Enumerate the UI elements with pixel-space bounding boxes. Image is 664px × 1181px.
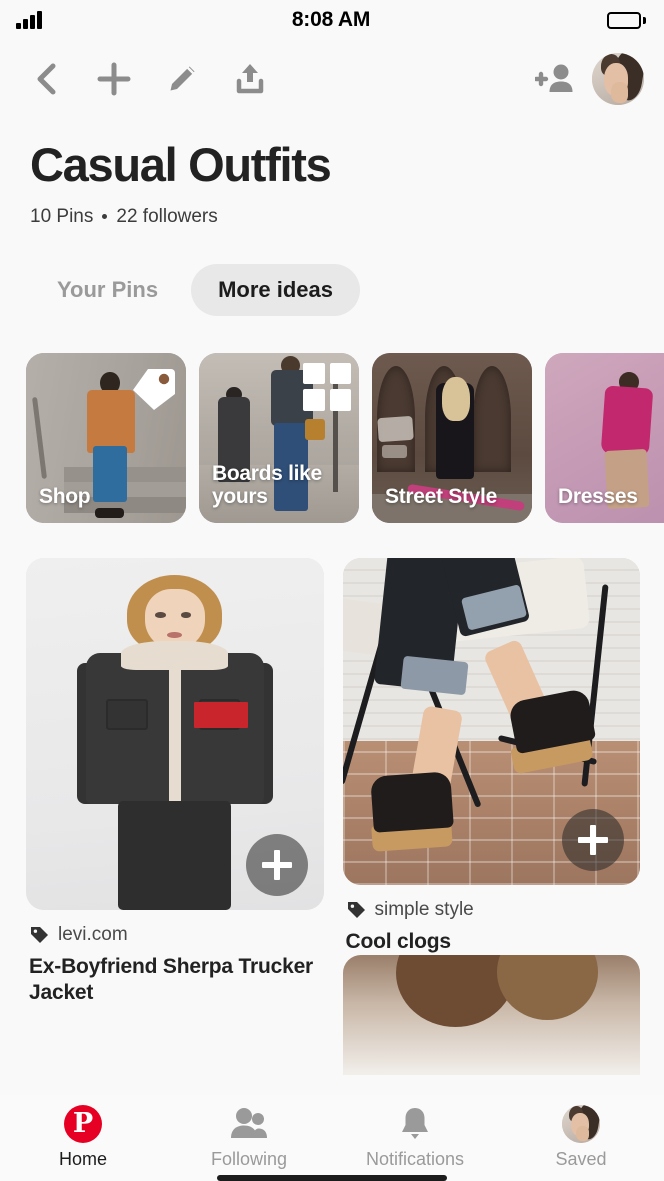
pin-title: Cool clogs xyxy=(345,929,452,953)
pin-card-clogs[interactable]: simple style Cool clogs xyxy=(342,557,641,1076)
board-title: Casual Outfits xyxy=(30,138,332,191)
nav-item-saved[interactable]: Saved xyxy=(498,1104,664,1170)
pin-source: levi.com xyxy=(26,924,324,946)
status-bar-time: 8:08 AM xyxy=(291,8,371,31)
battery-full-icon xyxy=(607,11,646,29)
category-label: Dresses xyxy=(558,485,638,509)
tag-icon xyxy=(31,926,48,943)
status-bar-right xyxy=(526,11,646,29)
price-tag-icon xyxy=(133,368,175,410)
pin-source: simple style xyxy=(343,899,641,921)
pin-image[interactable] xyxy=(26,557,324,910)
nav-item-notifications[interactable]: Notifications xyxy=(332,1104,498,1170)
toolbar-actions-right xyxy=(534,53,644,105)
category-card-shop[interactable]: Shop xyxy=(26,352,186,523)
idea-categories-carousel[interactable]: Shop Boards like yours Street Style Dres… xyxy=(0,316,664,523)
category-card-street-style[interactable]: Street Style xyxy=(372,352,532,523)
board-toolbar xyxy=(0,40,664,118)
back-button[interactable] xyxy=(24,57,68,101)
phone-screen: 8:08 AM Casual Outfits 10 Pins 22 follow… xyxy=(0,0,664,1181)
pin-column-right: simple style Cool clogs xyxy=(342,557,641,1097)
nav-label: Notifications xyxy=(365,1149,465,1169)
pin-artwork-partial xyxy=(342,955,640,1076)
pin-image[interactable] xyxy=(342,557,640,885)
pin-title: Ex-Boyfriend Sherpa Trucker Jacket xyxy=(29,954,314,1005)
tab-more-ideas[interactable]: More ideas xyxy=(191,263,360,316)
pin-card-partial[interactable] xyxy=(342,955,640,1076)
status-bar-left xyxy=(16,11,136,29)
people-icon xyxy=(228,1104,270,1144)
category-label: Street Style xyxy=(385,485,497,509)
grid-icon xyxy=(303,362,351,411)
category-card-boards-like-yours[interactable]: Boards like yours xyxy=(199,352,359,523)
meta-separator-dot xyxy=(102,214,108,220)
nav-label: Saved xyxy=(555,1149,607,1169)
pin-grid: levi.com Ex-Boyfriend Sherpa Trucker Jac… xyxy=(0,523,664,1097)
board-meta: 10 Pins 22 followers xyxy=(30,206,636,228)
pinterest-logo-icon: P xyxy=(64,1104,102,1144)
category-label: Boards like yours xyxy=(212,461,322,509)
pin-source-label: levi.com xyxy=(58,923,128,945)
category-label: Shop xyxy=(39,485,91,509)
bottom-navigation: P Home Following Notifications Saved xyxy=(0,1095,664,1181)
add-person-icon[interactable] xyxy=(534,57,578,101)
nav-label: Home xyxy=(58,1149,107,1169)
signal-bars-icon xyxy=(16,11,42,29)
nav-item-following[interactable]: Following xyxy=(166,1104,332,1170)
category-card-dresses[interactable]: Dresses xyxy=(545,352,664,523)
board-pins-count: 10 Pins xyxy=(30,205,94,227)
status-bar: 8:08 AM xyxy=(0,0,664,40)
save-pin-button[interactable] xyxy=(245,833,308,896)
board-followers-count: 22 followers xyxy=(116,205,218,227)
tag-icon xyxy=(347,901,365,918)
tab-your-pins[interactable]: Your Pins xyxy=(30,264,185,316)
board-tabs: Your Pins More ideas xyxy=(0,228,664,316)
share-board-button[interactable] xyxy=(228,57,272,101)
pin-source-label: simple style xyxy=(374,898,474,920)
nav-item-home[interactable]: P Home xyxy=(0,1104,166,1170)
edit-board-button[interactable] xyxy=(160,57,204,101)
pin-card-jacket[interactable]: levi.com Ex-Boyfriend Sherpa Trucker Jac… xyxy=(26,557,324,1007)
save-pin-button[interactable] xyxy=(562,808,624,871)
profile-avatar[interactable] xyxy=(592,53,644,105)
user-avatar xyxy=(562,1104,600,1144)
add-pin-button[interactable] xyxy=(92,57,136,101)
pin-column-left: levi.com Ex-Boyfriend Sherpa Trucker Jac… xyxy=(26,557,324,1097)
home-indicator xyxy=(217,1175,447,1181)
nav-label: Following xyxy=(210,1149,288,1169)
toolbar-actions-left xyxy=(24,57,272,101)
board-header: Casual Outfits 10 Pins 22 followers xyxy=(0,118,664,228)
bell-icon xyxy=(398,1104,432,1144)
